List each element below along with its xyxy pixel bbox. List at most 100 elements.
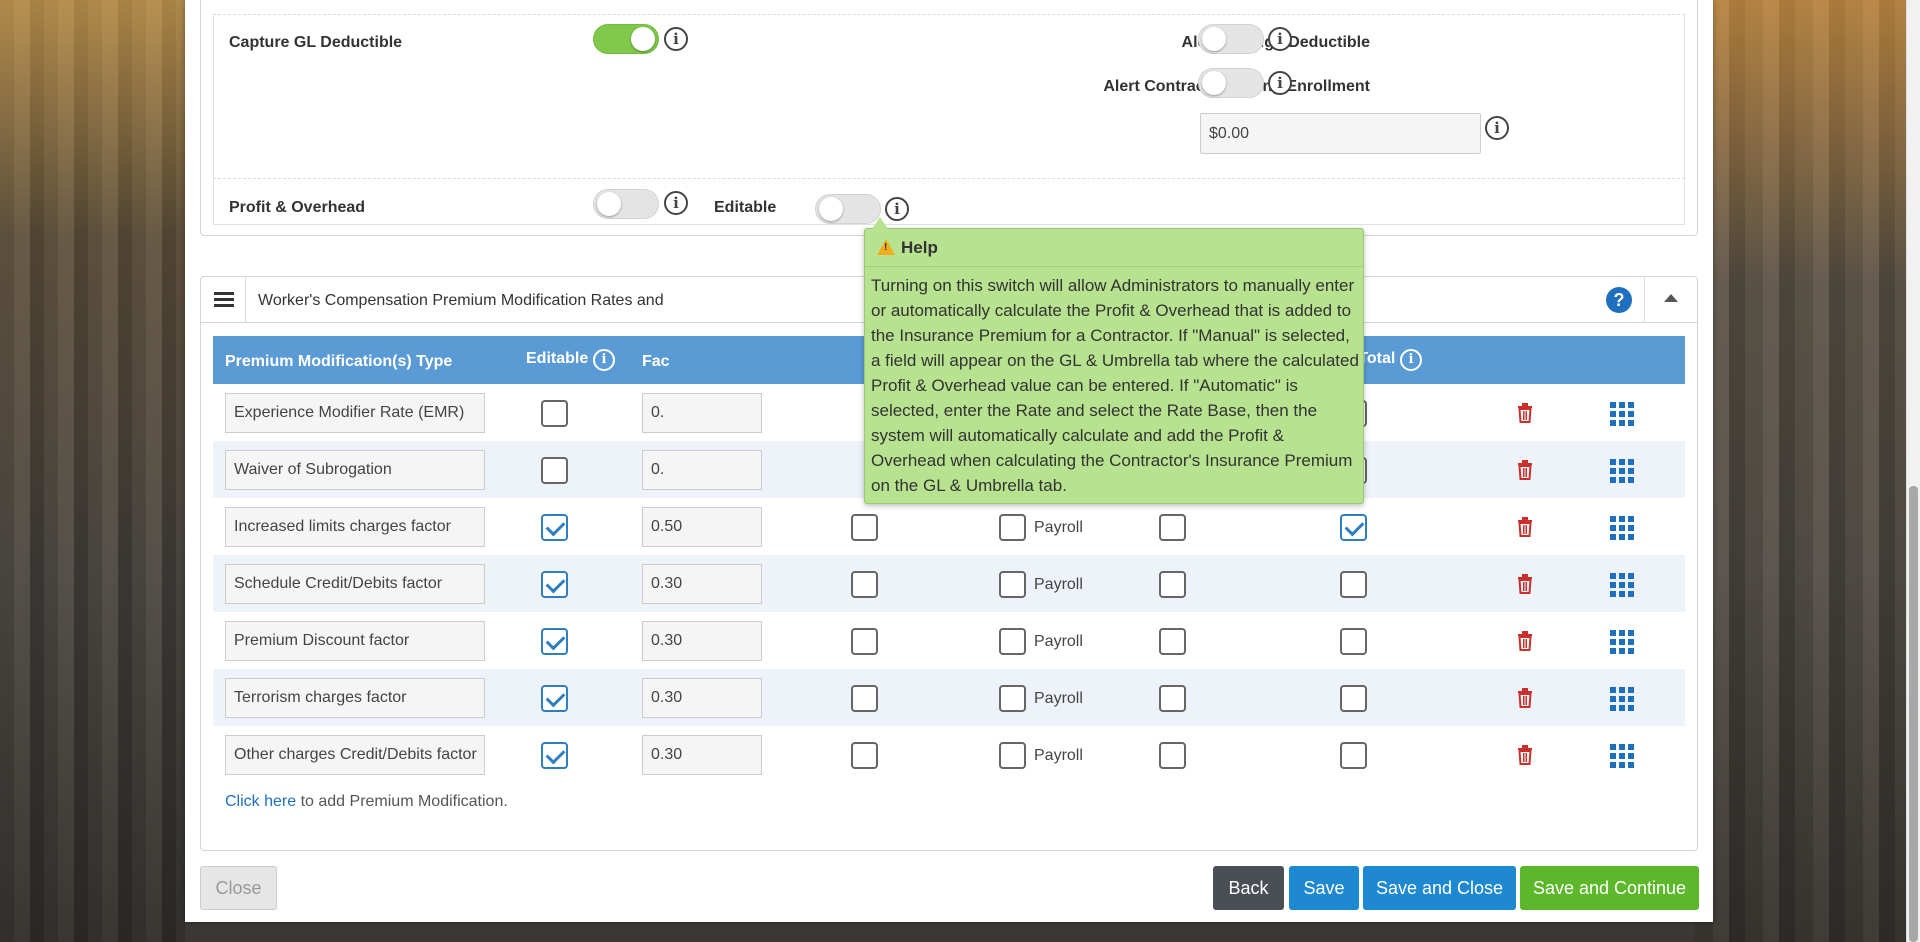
- emr-checkbox[interactable]: [1159, 514, 1186, 541]
- emr-checkbox[interactable]: [1159, 571, 1186, 598]
- option-checkbox[interactable]: [851, 628, 878, 655]
- trash-icon[interactable]: [1517, 460, 1533, 480]
- payroll-checkbox[interactable]: [999, 514, 1026, 541]
- info-icon[interactable]: i: [1485, 116, 1509, 140]
- drag-grid-icon[interactable]: [1610, 573, 1634, 597]
- payroll-label: Payroll: [1034, 633, 1083, 650]
- running-total-checkbox[interactable]: [1340, 571, 1367, 598]
- payroll-label: Payroll: [1034, 576, 1083, 593]
- factor-input[interactable]: 0.: [642, 450, 762, 490]
- trash-icon[interactable]: [1517, 517, 1533, 537]
- running-total-checkbox[interactable]: [1340, 628, 1367, 655]
- col-header-type: Premium Modification(s) Type: [225, 353, 453, 370]
- type-input[interactable]: Schedule Credit/Debits factor: [225, 564, 485, 604]
- trash-icon[interactable]: [1517, 631, 1533, 651]
- editable-checkbox[interactable]: [541, 571, 568, 598]
- tooltip-arrow: [872, 217, 888, 229]
- alert-contractor-label: Alert Contractor During Enrollment: [1103, 78, 1370, 95]
- profit-overhead-label: Profit & Overhead: [229, 199, 366, 216]
- info-icon[interactable]: i: [664, 27, 688, 51]
- trash-icon[interactable]: [1517, 688, 1533, 708]
- factor-input[interactable]: 0.30: [642, 564, 762, 604]
- trash-icon[interactable]: [1517, 403, 1533, 423]
- capture-gl-deductible-label: Capture GL Deductible: [229, 34, 403, 51]
- emr-checkbox[interactable]: [1159, 685, 1186, 712]
- factor-input[interactable]: 0.30: [642, 621, 762, 661]
- payroll-checkbox[interactable]: [999, 571, 1026, 598]
- save-and-close-button[interactable]: Save and Close: [1363, 866, 1516, 910]
- payroll-label: Payroll: [1034, 519, 1083, 536]
- emr-checkbox[interactable]: [1159, 742, 1186, 769]
- editable-checkbox[interactable]: [541, 685, 568, 712]
- info-icon[interactable]: i: [593, 349, 615, 371]
- save-button[interactable]: Save: [1289, 866, 1359, 910]
- info-icon[interactable]: i: [885, 197, 909, 221]
- high-deductible-value-input[interactable]: $0.00: [1200, 113, 1481, 154]
- payroll-label: Payroll: [1034, 747, 1083, 764]
- option-checkbox[interactable]: [851, 742, 878, 769]
- help-icon[interactable]: ?: [1606, 287, 1632, 313]
- type-input[interactable]: Waiver of Subrogation: [225, 450, 485, 490]
- editable-label: Editable: [714, 199, 777, 216]
- running-total-checkbox[interactable]: [1340, 514, 1367, 541]
- info-icon[interactable]: i: [1268, 71, 1292, 95]
- factor-input[interactable]: 0.30: [642, 735, 762, 775]
- editable-checkbox[interactable]: [541, 457, 568, 484]
- running-total-checkbox[interactable]: [1340, 685, 1367, 712]
- editable-checkbox[interactable]: [541, 400, 568, 427]
- editable-checkbox[interactable]: [541, 742, 568, 769]
- collapse-button[interactable]: [1644, 277, 1698, 323]
- factor-input[interactable]: 0.30: [642, 678, 762, 718]
- table-row: Schedule Credit/Debits factor 0.30 Payroll: [213, 555, 1685, 612]
- capture-gl-deductible-toggle[interactable]: [593, 24, 659, 54]
- add-premium-mod-text: Click here to add Premium Modification.: [225, 793, 508, 811]
- option-checkbox[interactable]: [851, 571, 878, 598]
- type-input[interactable]: Premium Discount factor: [225, 621, 485, 661]
- payroll-checkbox[interactable]: [999, 685, 1026, 712]
- option-checkbox[interactable]: [851, 685, 878, 712]
- factor-input[interactable]: 0.50: [642, 507, 762, 547]
- scrollbar[interactable]: [1906, 0, 1920, 942]
- type-input[interactable]: Other charges Credit/Debits factor: [225, 735, 485, 775]
- running-total-checkbox[interactable]: [1340, 742, 1367, 769]
- emr-checkbox[interactable]: [1159, 628, 1186, 655]
- background-left: [0, 0, 185, 942]
- trash-icon[interactable]: [1517, 745, 1533, 765]
- factor-input[interactable]: 0.: [642, 393, 762, 433]
- profit-overhead-toggle[interactable]: [593, 189, 659, 219]
- col-header-factor: Fac: [642, 353, 670, 370]
- payroll-checkbox[interactable]: [999, 742, 1026, 769]
- help-tooltip: ! Help Turning on this switch will allow…: [864, 217, 1364, 504]
- close-button[interactable]: Close: [200, 866, 277, 910]
- option-checkbox[interactable]: [851, 514, 878, 541]
- info-icon[interactable]: i: [664, 191, 688, 215]
- type-input[interactable]: Increased limits charges factor: [225, 507, 485, 547]
- drag-grid-icon[interactable]: [1610, 744, 1634, 768]
- editable-checkbox[interactable]: [541, 628, 568, 655]
- info-icon[interactable]: i: [1268, 27, 1292, 51]
- save-and-continue-button[interactable]: Save and Continue: [1520, 866, 1699, 910]
- section-title: Worker's Compensation Premium Modificati…: [258, 292, 664, 309]
- add-premium-mod-link[interactable]: Click here: [225, 793, 296, 810]
- info-icon[interactable]: i: [1400, 349, 1422, 371]
- drag-grid-icon[interactable]: [1610, 630, 1634, 654]
- drag-grid-icon[interactable]: [1610, 402, 1634, 426]
- alert-contractor-toggle[interactable]: [1198, 68, 1264, 98]
- editable-checkbox[interactable]: [541, 514, 568, 541]
- tooltip-header: ! Help: [865, 229, 1363, 267]
- chevron-up-icon: [1664, 294, 1678, 302]
- alert-high-deductible-label: Alert for High Deductible: [1182, 34, 1370, 51]
- hamburger-menu-icon[interactable]: [201, 277, 246, 323]
- type-input[interactable]: Terrorism charges factor: [225, 678, 485, 718]
- col-header-editable: Editable: [526, 350, 589, 367]
- tooltip-body: Turning on this switch will allow Admini…: [871, 276, 1359, 495]
- drag-grid-icon[interactable]: [1610, 687, 1634, 711]
- payroll-checkbox[interactable]: [999, 628, 1026, 655]
- trash-icon[interactable]: [1517, 574, 1533, 594]
- drag-grid-icon[interactable]: [1610, 459, 1634, 483]
- drag-grid-icon[interactable]: [1610, 516, 1634, 540]
- type-input[interactable]: Experience Modifier Rate (EMR): [225, 393, 485, 433]
- alert-high-deductible-toggle[interactable]: [1198, 24, 1264, 54]
- scrollbar-thumb[interactable]: [1909, 486, 1918, 942]
- back-button[interactable]: Back: [1213, 866, 1284, 910]
